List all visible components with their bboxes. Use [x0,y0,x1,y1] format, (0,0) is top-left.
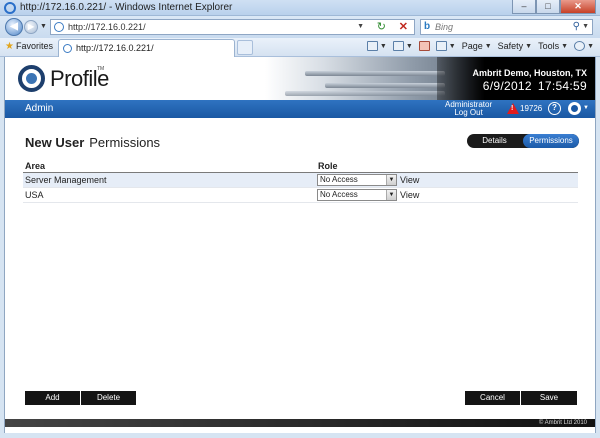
search-dropdown-icon[interactable]: ▼ [582,23,589,30]
app-footer: © Ambrit Ltd 2010 [5,419,595,427]
logo-trademark: TM [97,66,105,72]
maximize-button[interactable]: □ [536,0,560,14]
browser-tab[interactable]: http://172.16.0.221/ [58,39,235,57]
clock: 6/9/2012 17:54:59 [483,79,587,93]
app-page: Profile TM Ambrit Demo, Houston, TX 6/9/… [4,57,596,433]
clock-time: 17:54:59 [537,79,587,93]
cancel-button[interactable]: Cancel [465,391,520,405]
stop-icon[interactable]: ✕ [399,20,408,33]
back-button[interactable]: ◀ [5,18,23,36]
print-dropdown-icon[interactable]: ▼ [449,43,456,50]
forward-button[interactable]: ▶ [24,20,38,34]
column-header-area: Area [25,161,46,171]
page-title-sub: Permissions [89,135,161,150]
internet-explorer-icon [4,2,16,14]
app-header: Profile TM Ambrit Demo, Houston, TX 6/9/… [5,57,595,100]
favorites-button[interactable]: ★ Favorites [5,41,53,52]
tab-page-icon [63,44,72,53]
feeds-dropdown-icon[interactable]: ▼ [406,43,413,50]
favorites-label: Favorites [15,41,53,51]
page-title: New User Permissions [25,135,160,150]
nav-admin[interactable]: Admin [25,103,53,114]
safety-menu-dropdown-icon[interactable]: ▼ [525,43,532,50]
table-row: USA No Access ▼ View [23,188,578,203]
tools-menu[interactable]: Tools [538,41,559,51]
header-info-panel: Ambrit Demo, Houston, TX 6/9/2012 17:54:5… [437,57,595,100]
role-select[interactable]: No Access ▼ [317,189,397,201]
safety-menu[interactable]: Safety [498,41,524,51]
chevron-down-icon[interactable]: ▼ [386,190,396,200]
help-dropdown-icon[interactable]: ▼ [587,43,594,50]
area-cell: USA [25,190,44,200]
window-controls: ‒ □ ✕ [512,0,596,15]
logout-link[interactable]: Log Out [445,109,492,117]
star-icon: ★ [5,41,14,52]
table-header: Area Role [23,160,578,173]
page-menu[interactable]: Page [462,41,483,51]
url-dropdown-icon[interactable]: ▼ [357,23,364,30]
view-toggle: Details Permissions [467,134,579,148]
area-cell: Server Management [25,175,107,185]
help-icon[interactable]: ? [548,102,561,115]
close-window-button[interactable]: ✕ [560,0,596,14]
site-name: Ambrit Demo, Houston, TX [472,68,588,78]
settings-dropdown-icon[interactable]: ▼ [583,105,589,111]
search-placeholder[interactable]: Bing [435,22,453,32]
view-link[interactable]: View [400,175,419,185]
permissions-table: Area Role Server Management No Access ▼ … [23,160,578,203]
new-tab-button[interactable] [237,40,253,55]
url-text[interactable]: http://172.16.0.221/ [68,22,146,32]
minimize-button[interactable]: ‒ [512,0,536,14]
bing-icon: b [424,21,431,32]
refresh-icon[interactable]: ↻ [377,20,386,33]
help-menu-icon[interactable] [574,41,586,51]
home-dropdown-icon[interactable]: ▼ [380,43,387,50]
search-field[interactable]: b Bing ⚲ ▼ [420,19,593,35]
table-row: Server Management No Access ▼ View [23,173,578,188]
command-bar: ▼ ▼ ▼ Page ▼ Safety ▼ Tools ▼ ▼ [366,41,594,51]
search-icon[interactable]: ⚲ [573,21,580,32]
alert-icon[interactable] [507,103,519,114]
role-select-value[interactable]: No Access [320,190,358,199]
tab-title: http://172.16.0.221/ [76,43,154,53]
save-button[interactable]: Save [521,391,577,405]
column-header-role: Role [318,161,338,171]
address-bar: ◀ ▶ ▼ http://172.16.0.221/ ▼ ↻ ✕ b Bing … [0,16,600,38]
role-select-value[interactable]: No Access [320,175,358,184]
url-field[interactable]: http://172.16.0.221/ ▼ ↻ ✕ [50,19,415,35]
user-block: Administrator Log Out [445,101,492,117]
delete-button[interactable]: Delete [81,391,136,405]
clock-date: 6/9/2012 [482,79,532,93]
settings-icon[interactable] [568,102,581,115]
window-title: http://172.16.0.221/ - Windows Internet … [20,2,233,13]
view-link[interactable]: View [400,190,419,200]
recent-pages-dropdown-icon[interactable]: ▼ [40,23,47,30]
mail-icon[interactable] [418,41,430,51]
home-icon[interactable] [366,41,378,51]
app-navbar: Admin Administrator Log Out 19726 ? ▼ [5,100,595,118]
page-menu-dropdown-icon[interactable]: ▼ [485,43,492,50]
tools-menu-dropdown-icon[interactable]: ▼ [561,43,568,50]
page-title-main: New User [25,135,85,150]
tab-permissions[interactable]: Permissions [523,134,579,148]
feeds-icon[interactable] [392,41,404,51]
print-icon[interactable] [435,41,447,51]
favorites-bar: ★ Favorites http://172.16.0.221/ ▼ ▼ ▼ Pa… [0,38,600,57]
role-select[interactable]: No Access ▼ [317,174,397,186]
profile-logo-icon [18,65,45,92]
window-titlebar: http://172.16.0.221/ - Windows Internet … [0,0,600,16]
chevron-down-icon[interactable]: ▼ [386,175,396,185]
alert-count[interactable]: 19726 [520,104,542,113]
add-button[interactable]: Add [25,391,80,405]
copyright: © Ambrit Ltd 2010 [538,420,587,426]
page-icon [54,22,64,32]
tab-details[interactable]: Details [467,134,522,148]
